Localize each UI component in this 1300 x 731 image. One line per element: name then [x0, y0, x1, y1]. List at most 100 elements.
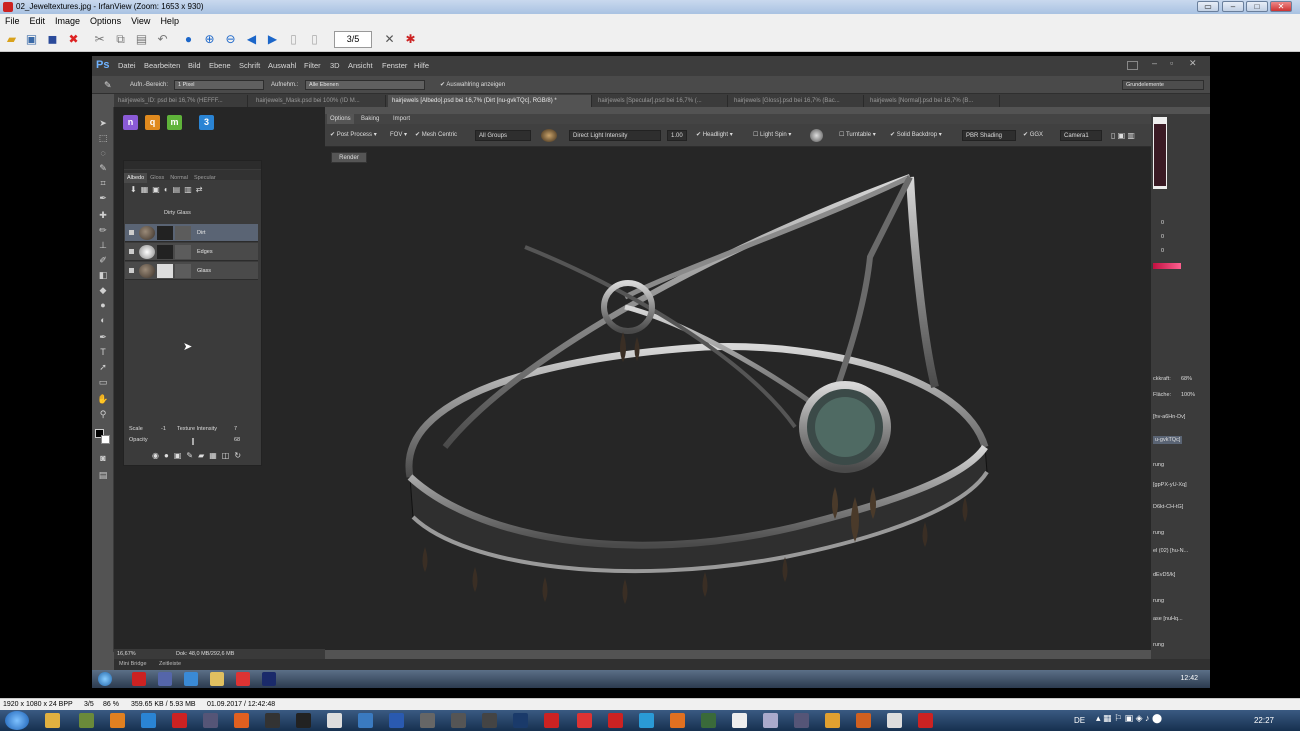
ps-menu-ansicht[interactable]: Ansicht [348, 56, 373, 76]
ps-menu-3d[interactable]: 3D [330, 56, 340, 76]
inner-app-icon[interactable] [210, 672, 224, 686]
visibility-icon[interactable] [129, 230, 134, 235]
ps-menu-schrift[interactable]: Schrift [239, 56, 260, 76]
move-tool-icon[interactable]: ➤ [96, 117, 110, 130]
panel-tab-albedo[interactable]: Albedo [124, 173, 148, 183]
taskbar-app-icon[interactable] [577, 713, 592, 728]
layer-list-item[interactable]: rung [1153, 598, 1164, 604]
post-process-checkbox[interactable]: ✔ Post Process ▾ [330, 124, 377, 147]
layer-list-item[interactable]: rung [1153, 462, 1164, 468]
layer-list-item[interactable]: ase [nuHq... [1153, 616, 1183, 622]
copy-icon[interactable]: ⧉ [112, 31, 129, 48]
layer-list-item[interactable]: [gpPX-yU-Xq] [1153, 482, 1187, 488]
taskbar-ie-icon[interactable] [141, 713, 156, 728]
layers-panel-footer-icons[interactable]: ◉●▣✎▰▦◫↻ [152, 451, 246, 460]
sample-select[interactable]: Alle Ebenen [305, 80, 425, 90]
eyedropper-icon[interactable]: ✎ [104, 76, 112, 94]
ps-menu-auswahl[interactable]: Auswahl [268, 56, 296, 76]
hand-tool-icon[interactable]: ✋ [96, 393, 110, 406]
doc-tab-gloss[interactable]: hairjewels [Gloss].psd bei 16,7% (Bac... [730, 95, 864, 107]
opacity-value[interactable]: 68 [234, 437, 240, 443]
taskbar-filezilla-icon[interactable] [608, 713, 623, 728]
plugin-3-icon[interactable]: 3 [199, 115, 214, 130]
ps-menu-datei[interactable]: Datei [118, 56, 136, 76]
direct-light-value[interactable]: 1.00 [667, 130, 687, 141]
taskbar-app-icon[interactable] [265, 713, 280, 728]
visibility-icon[interactable] [129, 268, 134, 273]
marquee-tool-icon[interactable]: ⬚ [96, 132, 110, 145]
taskbar-app-icon[interactable] [732, 713, 747, 728]
menu-image[interactable]: Image [50, 14, 85, 28]
save-icon[interactable]: ◼ [44, 31, 61, 48]
inner-start-icon[interactable] [98, 672, 112, 686]
menu-file[interactable]: File [0, 14, 25, 28]
healing-tool-icon[interactable]: ✚ [96, 209, 110, 222]
next-icon[interactable]: ▶ [264, 31, 281, 48]
inner-app-icon[interactable] [158, 672, 172, 686]
taskbar-skype-icon[interactable] [639, 713, 654, 728]
viewer-tab-import[interactable]: Import [390, 114, 413, 124]
ps-minimize-icon[interactable]: – [1152, 58, 1157, 68]
taskbar-app-icon[interactable] [794, 713, 809, 728]
screen-mode-icon[interactable]: ▤ [96, 469, 110, 482]
menu-edit[interactable]: Edit [25, 14, 51, 28]
layer-list-item[interactable]: rung [1153, 530, 1164, 536]
viewer-tab-baking[interactable]: Baking [358, 114, 382, 124]
previous-icon[interactable]: ◀ [243, 31, 260, 48]
path-select-tool-icon[interactable]: ➚ [96, 361, 110, 374]
plugin-m-icon[interactable]: m [167, 115, 182, 130]
inner-app-icon[interactable] [184, 672, 198, 686]
system-clock[interactable]: 22:27 [1254, 710, 1274, 731]
shape-tool-icon[interactable]: ▭ [96, 376, 110, 389]
fov-dropdown[interactable]: FOV ▾ [390, 124, 407, 147]
brush-tool-icon[interactable]: ✏ [96, 224, 110, 237]
taskbar-app-icon[interactable] [79, 713, 94, 728]
doc-tab-albedo[interactable]: hairjewels [Albedo].psd bei 16,7% (Dirt … [388, 95, 592, 107]
quick-mask-icon[interactable]: ◙ [96, 452, 110, 465]
page-counter[interactable]: 3/5 [334, 31, 372, 48]
taskbar-firefox-icon[interactable] [234, 713, 249, 728]
taskbar-app-icon[interactable] [887, 713, 902, 728]
layer-row-edges[interactable]: Edges [125, 243, 258, 261]
undo-icon[interactable]: ↶ [154, 31, 171, 48]
taskbar-irfanview-icon[interactable] [544, 713, 559, 728]
camera-select[interactable]: Camera1 [1060, 130, 1102, 141]
ps-close-icon[interactable]: ✕ [1189, 58, 1197, 69]
environment-sphere-icon[interactable] [541, 129, 557, 142]
taskbar-app-icon[interactable] [918, 713, 933, 728]
doc-tab-normal[interactable]: hairjewels [Normal].psd bei 16,7% (B... [866, 95, 1000, 107]
groups-select[interactable]: All Groups [475, 130, 531, 141]
blur-tool-icon[interactable]: ● [96, 299, 110, 312]
taskbar-app-icon[interactable] [670, 713, 685, 728]
ps-menu-bild[interactable]: Bild [188, 56, 201, 76]
info-icon[interactable]: ● [180, 31, 197, 48]
workspace-select[interactable]: Grundelemente [1122, 80, 1204, 90]
layer-row-glass[interactable]: Glass [125, 262, 258, 280]
bucket-tool-icon[interactable]: ◆ [96, 284, 110, 297]
taskbar-app-icon[interactable] [327, 713, 342, 728]
ggx-checkbox[interactable]: ✔ GGX [1023, 124, 1043, 147]
taskbar-app-icon[interactable] [701, 713, 716, 728]
visibility-icon[interactable] [129, 249, 134, 254]
direct-light-slider[interactable]: Direct Light Intensity [569, 130, 661, 141]
taskbar-app-icon[interactable] [856, 713, 871, 728]
doc-tab-id[interactable]: hairjewels_ID: psd bei 16,7% (HEFFF... [114, 95, 248, 107]
inner-app-icon[interactable] [262, 672, 276, 686]
solid-backdrop-checkbox[interactable]: ✔ Solid Backdrop ▾ [890, 124, 942, 147]
inner-app-icon[interactable] [236, 672, 250, 686]
quick-select-tool-icon[interactable]: ✎ [96, 162, 110, 175]
crop-tool-icon[interactable]: ⌗ [96, 177, 110, 190]
menu-help[interactable]: Help [155, 14, 184, 28]
type-tool-icon[interactable]: T [96, 346, 110, 359]
ps-menu-bearbeiten[interactable]: Bearbeiten [144, 56, 180, 76]
menu-options[interactable]: Options [85, 14, 126, 28]
zoom-tool-icon[interactable]: ⚲ [96, 408, 110, 421]
layer-list-item[interactable]: rung [1153, 642, 1164, 648]
taskbar-app-icon[interactable] [358, 713, 373, 728]
tools-icon[interactable]: ✕ [381, 31, 398, 48]
b-value[interactable]: 0 [1161, 248, 1164, 254]
taskbar-app-icon[interactable] [451, 713, 466, 728]
eraser-tool-icon[interactable]: ◧ [96, 269, 110, 282]
group-name[interactable]: Dirty Glass [164, 210, 191, 216]
taskbar-app-icon[interactable] [203, 713, 218, 728]
